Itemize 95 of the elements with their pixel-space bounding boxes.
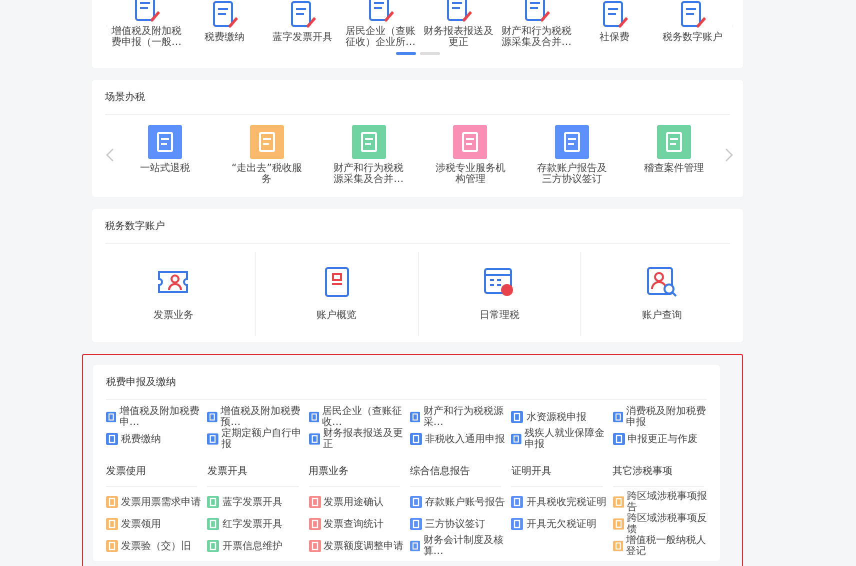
scene-label[interactable]: 一站式退税 (128, 163, 201, 174)
service-link[interactable]: 申报更正与作废 (628, 434, 698, 444)
scene-label[interactable]: 涉税专业服务机构管理 (434, 163, 506, 185)
service-label[interactable]: 税费缴纳 (186, 32, 264, 42)
service-link[interactable]: 蓝字发票开具 (222, 496, 282, 508)
account-label[interactable]: 账户概览 (316, 308, 357, 322)
document-icon (410, 411, 420, 423)
service-link[interactable]: 财务报表报送及更正 (322, 428, 408, 450)
document-icon (308, 496, 321, 508)
service-link[interactable]: 增值税及附加税费预… (220, 406, 307, 428)
document-icon (612, 518, 624, 530)
service-link[interactable]: 开票信息维护 (222, 540, 282, 552)
document-icon (106, 411, 116, 423)
document-icon (308, 411, 319, 423)
scene-label[interactable]: 存款账户报告及三方协议签订 (536, 163, 608, 185)
document-icon (308, 518, 321, 530)
person-search-icon (646, 266, 678, 298)
account-label[interactable]: 账户查询 (642, 308, 682, 322)
service-link[interactable]: 发票验（交）旧 (121, 540, 191, 552)
service-link[interactable]: 水资源税申报 (526, 412, 586, 422)
service-label[interactable]: 增值税及附加税费申报（一般… (108, 26, 186, 48)
document-icon (207, 496, 220, 508)
document-icon (612, 540, 623, 552)
document-icon (207, 433, 219, 445)
service-link[interactable]: 开具无欠税证明 (526, 518, 596, 530)
document-icon (612, 433, 625, 445)
account-label[interactable]: 日常理税 (479, 308, 520, 322)
document-icon (352, 125, 386, 159)
service-link[interactable]: 财产和行为税税源采… (423, 406, 510, 428)
document-icon (410, 540, 420, 552)
scene-label[interactable]: 财产和行为税税源采集及合并… (332, 163, 405, 185)
service-link[interactable]: 残疾人就业保障金申报 (524, 428, 611, 450)
document-icon (511, 411, 524, 423)
service-link[interactable]: 开具税收完税证明 (526, 496, 606, 508)
service-link[interactable]: 三方协议签订 (425, 518, 485, 530)
document-icon (555, 125, 590, 159)
document-icon (207, 540, 220, 552)
service-link[interactable]: 增值税一般纳税人登记 (626, 535, 712, 557)
group-title: 发票使用 (106, 454, 198, 487)
service-label[interactable]: 税务数字账户 (654, 32, 732, 42)
group-title: 用票业务 (308, 454, 400, 487)
document-icon (410, 518, 422, 530)
document-icon (106, 540, 118, 552)
document-icon (207, 518, 220, 530)
document-icon (106, 496, 118, 508)
service-link[interactable]: 红字发票开具 (222, 518, 282, 530)
service-link[interactable]: 存款账户账号报告 (425, 496, 505, 508)
service-label[interactable]: 财产和行为税税源采集及合并… (498, 26, 576, 48)
service-link[interactable]: 税费缴纳 (121, 434, 161, 444)
group-title: 发票开具 (207, 454, 299, 487)
document-icon (250, 125, 284, 159)
calendar-icon (483, 266, 516, 298)
service-link[interactable]: 发票额度调整申请 (324, 540, 404, 552)
document-icon (511, 518, 524, 530)
service-link[interactable]: 发票查询统计 (324, 518, 384, 530)
chevron-right-icon[interactable] (725, 148, 733, 162)
group-title: 证明开具 (511, 454, 603, 487)
document-icon (308, 540, 321, 552)
group-title: 综合信息报告 (410, 454, 502, 487)
section-title: 场景办税 (104, 90, 146, 105)
group-title: 其它涉税事项 (612, 454, 704, 487)
document-icon (106, 518, 118, 530)
service-link[interactable]: 发票用途确认 (324, 496, 384, 508)
service-link[interactable]: 增值税及附加税费申… (119, 406, 206, 428)
scene-label[interactable]: 稽查案件管理 (638, 163, 710, 174)
document-icon (207, 411, 218, 423)
chevron-left-icon[interactable] (106, 148, 114, 162)
service-link[interactable]: 非税收入通用申报 (425, 434, 505, 444)
service-link[interactable]: 发票领用 (121, 518, 161, 530)
service-link[interactable]: 居民企业（查账征收… (322, 406, 408, 428)
service-label[interactable]: 蓝字发票开具 (264, 32, 342, 42)
service-label[interactable]: 财务报表报送及更正 (420, 26, 498, 48)
document-icon (612, 496, 624, 508)
document-icon (410, 433, 422, 445)
service-label[interactable]: 居民企业（查账征收）企业所… (342, 26, 420, 48)
document-icon (511, 433, 522, 445)
document-icon (410, 496, 422, 508)
service-label[interactable]: 社保费 (576, 32, 654, 42)
service-link[interactable]: 定期定额户自行申报 (222, 428, 307, 450)
service-link[interactable]: 发票用票需求申请 (121, 496, 201, 508)
document-icon (453, 125, 488, 159)
service-link[interactable]: 跨区域涉税事项反馈 (626, 513, 712, 535)
document-icon (511, 496, 524, 508)
scene-label[interactable]: “走出去”税收服务 (230, 163, 303, 185)
service-link[interactable]: 跨区域涉税事项报告 (626, 491, 712, 513)
document-icon (612, 411, 623, 423)
account-label[interactable]: 发票业务 (153, 308, 194, 322)
section-title: 税务数字账户 (104, 220, 166, 234)
section-title: 税费申报及缴纳 (105, 376, 177, 390)
document-icon (106, 433, 118, 445)
service-link[interactable]: 消费税及附加税费申报 (626, 406, 712, 428)
document-icon (148, 125, 182, 159)
document-icon (657, 125, 692, 159)
document-icon (308, 433, 320, 445)
service-link[interactable]: 财务会计制度及核算… (423, 535, 510, 557)
